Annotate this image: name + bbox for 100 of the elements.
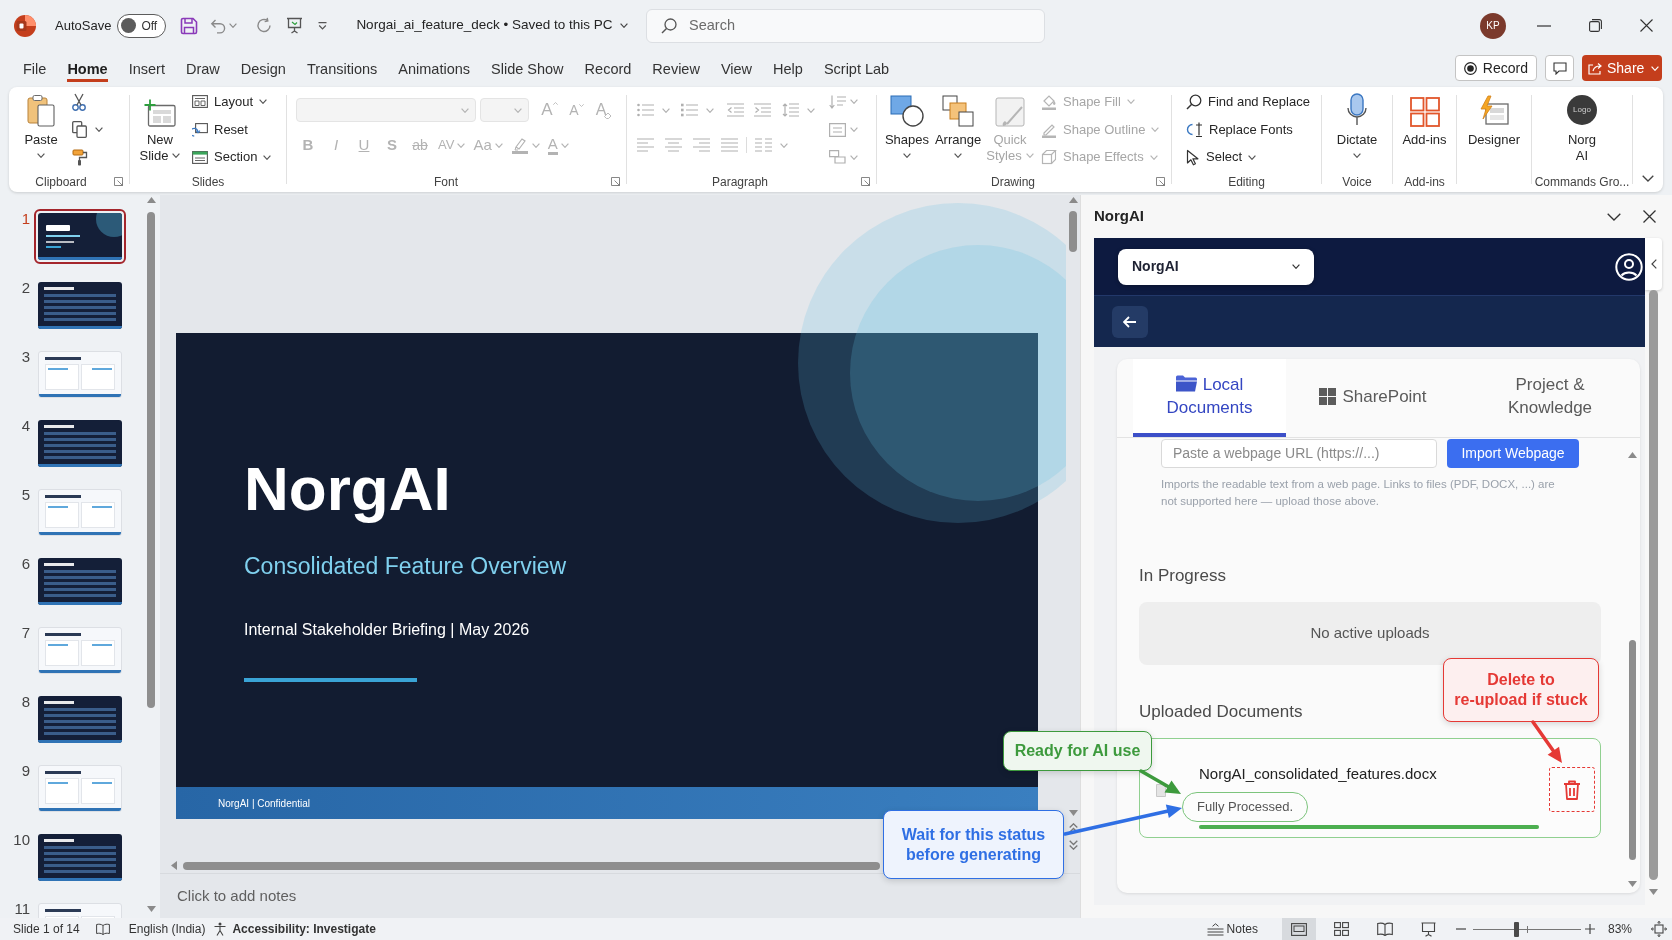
menu-tab[interactable]: Help — [773, 52, 803, 82]
reset-button[interactable]: Reset — [192, 115, 248, 144]
dictate-button[interactable]: Dictate — [1327, 87, 1387, 171]
scrollbar-thumb[interactable] — [183, 861, 880, 870]
user-circle-icon[interactable] — [1615, 252, 1643, 281]
norg-ai-button[interactable]: Logo Norg AI — [1552, 87, 1612, 171]
customize-toolbar-icon[interactable] — [318, 21, 328, 30]
tab[interactable]: Local Documents — [1133, 359, 1286, 437]
import-webpage-button[interactable]: Import Webpage — [1447, 439, 1579, 468]
zoom-level[interactable]: 83% — [1607, 920, 1632, 938]
menu-tab[interactable]: Review — [652, 52, 700, 82]
chevron-down-icon[interactable] — [1607, 212, 1621, 221]
save-icon[interactable] — [180, 16, 199, 35]
menu-tab[interactable]: Design — [240, 52, 286, 82]
scrollbar-thumb[interactable] — [1649, 290, 1658, 880]
back-button[interactable] — [1112, 305, 1148, 338]
collapse-handle[interactable] — [1645, 238, 1662, 290]
tab[interactable]: Project & Knowledge — [1460, 359, 1640, 437]
menu-tab[interactable]: Slide Show — [491, 52, 564, 82]
collapse-ribbon-icon[interactable] — [1642, 175, 1654, 182]
account-avatar[interactable]: KP — [1480, 12, 1506, 39]
menu-tab[interactable]: Animations — [398, 52, 471, 82]
spellcheck-book-icon[interactable] — [95, 923, 110, 935]
zoom-slider-thumb[interactable] — [1514, 921, 1520, 937]
autosave-toggle[interactable]: Off — [117, 13, 167, 38]
designer-button[interactable]: Designer — [1462, 87, 1526, 171]
scroll-left-icon[interactable] — [171, 861, 177, 870]
scroll-up-icon[interactable] — [146, 197, 156, 203]
scissors-icon[interactable] — [72, 92, 86, 111]
format-painter-icon[interactable] — [72, 148, 88, 166]
accessibility-button[interactable]: Accessibility: Investigate — [232, 920, 376, 938]
scroll-down-icon[interactable] — [1068, 810, 1078, 816]
layout-button[interactable]: Layout — [192, 88, 268, 116]
shapes-button[interactable]: Shapes — [885, 87, 929, 171]
menu-tab[interactable]: Record — [584, 52, 632, 82]
caret-down-icon[interactable] — [1353, 152, 1361, 158]
copy-icon[interactable] — [72, 121, 87, 138]
caret-down-icon[interactable] — [619, 23, 628, 28]
fit-slide-icon[interactable] — [1651, 921, 1667, 937]
presentation-icon[interactable] — [286, 17, 304, 34]
search-field[interactable]: Search — [646, 8, 1045, 43]
document-title[interactable]: Norgai_ai_feature_deck • Saved to this PC — [356, 15, 628, 36]
caret-down-icon[interactable] — [903, 152, 911, 158]
dialog-launcher-icon[interactable] — [1156, 177, 1165, 186]
next-slide-icon[interactable] — [1068, 840, 1078, 850]
menu-tab[interactable]: Home — [67, 52, 108, 82]
menu-tab[interactable]: Insert — [128, 52, 165, 82]
delete-button[interactable] — [1549, 767, 1595, 812]
close-icon[interactable] — [1643, 210, 1656, 223]
redo-icon[interactable] — [256, 17, 274, 34]
scrollbar-thumb[interactable] — [147, 212, 155, 708]
scroll-down-icon[interactable] — [146, 906, 156, 912]
scrollbar-thumb[interactable] — [1628, 640, 1636, 860]
accessibility-icon[interactable] — [213, 922, 228, 936]
caret-down-icon[interactable] — [259, 99, 268, 105]
add-ins-button[interactable]: Add-ins — [1395, 87, 1454, 171]
notes-button[interactable]: Notes — [1206, 920, 1258, 938]
caret-down-icon[interactable] — [95, 127, 103, 132]
slide-thumbnail[interactable] — [34, 209, 126, 264]
share-button[interactable]: Share — [1582, 55, 1662, 81]
dialog-launcher-icon[interactable] — [861, 177, 870, 186]
caret-down-icon[interactable] — [172, 153, 181, 159]
scroll-up-icon[interactable] — [1068, 197, 1078, 203]
menu-tab[interactable]: Script Lab — [823, 52, 890, 82]
select-button[interactable]: Select — [1186, 143, 1257, 171]
restore-icon[interactable] — [1589, 19, 1602, 32]
minimize-icon[interactable] — [1537, 24, 1551, 27]
caret-down-icon[interactable] — [1292, 264, 1300, 269]
section-button[interactable]: Section — [192, 143, 272, 171]
menu-tab[interactable]: Transitions — [306, 52, 378, 82]
zoom-in-icon[interactable] — [1584, 924, 1595, 934]
caret-down-icon[interactable] — [1248, 154, 1257, 160]
caret-down-icon[interactable] — [954, 152, 962, 158]
url-field[interactable]: Paste a webpage URL (https://...) — [1161, 439, 1437, 468]
comments-button[interactable] — [1545, 55, 1574, 81]
scrollbar-thumb[interactable] — [1069, 211, 1077, 252]
new-slide-button[interactable]: New Slide — [136, 87, 184, 164]
replace-fonts-button[interactable]: Replace Fonts — [1186, 115, 1293, 144]
language-button[interactable]: English (India) — [128, 920, 206, 938]
dialog-launcher-icon[interactable] — [611, 177, 620, 186]
scroll-down-icon[interactable] — [1649, 889, 1658, 895]
menu-tab[interactable]: File — [23, 52, 47, 82]
undo-icon[interactable] — [210, 17, 227, 34]
scroll-up-icon[interactable] — [1627, 452, 1637, 458]
close-icon[interactable] — [1640, 19, 1653, 32]
find-replace-button[interactable]: Find and Replace — [1186, 88, 1310, 116]
caret-down-icon[interactable] — [37, 152, 45, 158]
menu-tab[interactable]: View — [720, 52, 753, 82]
workspace-dropdown[interactable]: NorgAI — [1118, 248, 1314, 285]
arrange-button[interactable]: Arrange — [934, 87, 982, 171]
dialog-launcher-icon[interactable] — [114, 177, 123, 186]
caret-down-icon[interactable] — [263, 154, 272, 160]
record-button[interactable]: Record — [1454, 55, 1537, 81]
paste-button[interactable]: Paste — [19, 87, 63, 162]
menu-tab[interactable]: Draw — [185, 52, 220, 82]
tab[interactable]: SharePoint — [1286, 359, 1460, 437]
previous-slide-icon[interactable] — [1068, 823, 1078, 833]
scroll-down-icon[interactable] — [1627, 881, 1637, 887]
zoom-slider[interactable] — [1472, 921, 1581, 937]
normal-view-button[interactable] — [1281, 918, 1316, 940]
